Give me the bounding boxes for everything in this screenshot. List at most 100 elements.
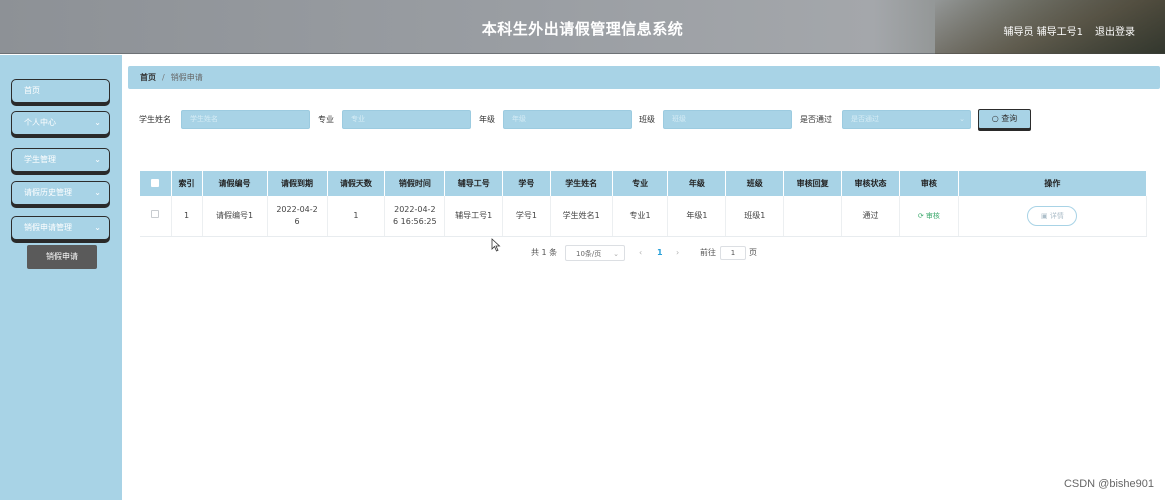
breadcrumb-current: 销假申请 bbox=[170, 73, 203, 82]
class-label: 班级 bbox=[639, 115, 655, 124]
sidebar-item-student-management[interactable]: 学生管理 ⌄ bbox=[11, 148, 110, 172]
row-select-cell bbox=[140, 196, 172, 237]
column-header: 请假天数 bbox=[327, 171, 386, 196]
current-user: 辅导员 辅导工号1 bbox=[1003, 27, 1083, 38]
chevron-down-icon: ⌄ bbox=[94, 223, 101, 232]
cell-student-name: 学生姓名1 bbox=[550, 196, 613, 237]
select-all-checkbox[interactable] bbox=[151, 178, 160, 187]
select-all-header bbox=[140, 171, 172, 196]
watermark: CSDN @bishe901 bbox=[1063, 478, 1154, 490]
search-bar: 学生姓名 学生姓名 专业 专业 年级 年级 班级 班级 是否通过 是否通过 ⌄ … bbox=[139, 109, 1139, 130]
detail-button[interactable]: ▣ 详情 bbox=[1027, 205, 1078, 226]
column-header: 审核回复 bbox=[783, 171, 843, 196]
column-header: 班级 bbox=[725, 171, 785, 196]
cell-cancel-time-line1: 2022-04-2 bbox=[394, 204, 436, 214]
prev-page-icon[interactable]: ‹ bbox=[639, 245, 642, 261]
top-header: 本科生外出请假管理信息系统 辅导员 辅导工号1 退出登录 bbox=[0, 0, 1165, 54]
cell-cancel-time-line2: 6 16:56:25 bbox=[393, 216, 437, 226]
app-frame: 本科生外出请假管理信息系统 辅导员 辅导工号1 退出登录 首页 个人中心 ⌄ 学… bbox=[0, 0, 1170, 500]
chevron-down-icon: ⌄ bbox=[959, 115, 965, 123]
review-link-label: 审核 bbox=[925, 211, 940, 220]
cell-class: 班级1 bbox=[725, 196, 785, 237]
column-header: 销假时间 bbox=[384, 171, 446, 196]
cell-actions: ▣ 详情 bbox=[958, 196, 1148, 237]
column-header: 请假到期 bbox=[267, 171, 328, 196]
cell-counselor-no: 辅导工号1 bbox=[444, 196, 504, 237]
page-size-select[interactable]: 10条/页 ⌄ bbox=[565, 245, 625, 261]
cell-days: 1 bbox=[327, 196, 386, 237]
cell-due-date-line2: 6 bbox=[294, 216, 300, 226]
page-title: 本科生外出请假管理信息系统 bbox=[481, 20, 684, 38]
chevron-down-icon: ⌄ bbox=[613, 250, 619, 258]
column-header: 学号 bbox=[502, 171, 551, 196]
student-name-input[interactable]: 学生姓名 bbox=[181, 110, 310, 129]
student-name-label: 学生姓名 bbox=[139, 115, 171, 124]
goto-label: 前往 bbox=[700, 248, 716, 257]
sidebar-item-label: 请假历史管理 bbox=[24, 188, 72, 197]
column-header: 请假编号 bbox=[202, 171, 268, 196]
chevron-down-icon: ⌄ bbox=[94, 188, 101, 197]
approved-select[interactable]: 是否通过 ⌄ bbox=[842, 110, 971, 129]
column-header: 操作 bbox=[958, 171, 1148, 196]
search-icon: ○ bbox=[991, 114, 999, 123]
leave-table: 索引 请假编号 请假到期 请假天数 销假时间 辅导工号 学号 学生姓名 专业 年… bbox=[140, 171, 1148, 237]
cell-student-no: 学号1 bbox=[502, 196, 551, 237]
cell-index: 1 bbox=[171, 196, 203, 237]
major-input[interactable]: 专业 bbox=[342, 110, 471, 129]
column-header: 审核状态 bbox=[841, 171, 900, 196]
page-unit-label: 页 bbox=[749, 248, 757, 257]
sidebar-item-label: 销假申请管理 bbox=[24, 223, 72, 232]
sidebar-item-leave-history[interactable]: 请假历史管理 ⌄ bbox=[11, 181, 110, 205]
query-button[interactable]: ○ 查询 bbox=[978, 109, 1031, 129]
cell-review-status: 通过 bbox=[841, 196, 900, 237]
sidebar-item-home[interactable]: 首页 bbox=[11, 79, 110, 103]
cell-review: ⟳ 审核 bbox=[899, 196, 959, 237]
cell-leave-no: 请假编号1 bbox=[202, 196, 268, 237]
detail-button-label: 详情 bbox=[1049, 211, 1064, 220]
sidebar: 首页 个人中心 ⌄ 学生管理 ⌄ 请假历史管理 ⌄ 销假申请管理 ⌄ 销假申请 bbox=[0, 55, 122, 500]
chevron-down-icon: ⌄ bbox=[94, 118, 101, 127]
cell-cancel-time: 2022-04-2 6 16:56:25 bbox=[384, 196, 446, 237]
breadcrumb: 首页 / 销假申请 bbox=[128, 66, 1160, 89]
column-header: 专业 bbox=[612, 171, 669, 196]
column-header: 辅导工号 bbox=[444, 171, 504, 196]
column-header: 年级 bbox=[667, 171, 727, 196]
next-page-icon[interactable]: › bbox=[676, 245, 679, 261]
sidebar-subitem-cancel-leave-apply[interactable]: 销假申请 bbox=[27, 245, 97, 269]
table-row: 1 请假编号1 2022-04-2 6 1 2022-04-2 6 16:56:… bbox=[140, 196, 1148, 237]
row-checkbox[interactable] bbox=[151, 209, 160, 218]
cell-review-reply bbox=[783, 196, 843, 237]
approved-select-placeholder: 是否通过 bbox=[851, 115, 879, 123]
page-size-value: 10条/页 bbox=[576, 250, 602, 258]
pagination-total: 共 1 条 bbox=[531, 248, 558, 257]
query-button-label: 查询 bbox=[1001, 114, 1018, 123]
column-header: 学生姓名 bbox=[550, 171, 613, 196]
class-input[interactable]: 班级 bbox=[663, 110, 792, 129]
cell-due-date-line1: 2022-04-2 bbox=[276, 204, 318, 214]
column-header: 审核 bbox=[899, 171, 959, 196]
breadcrumb-separator: / bbox=[162, 73, 165, 82]
chevron-down-icon: ⌄ bbox=[94, 155, 101, 164]
logout-link[interactable]: 退出登录 bbox=[1095, 23, 1135, 38]
major-label: 专业 bbox=[318, 115, 334, 124]
sidebar-item-personal-center[interactable]: 个人中心 ⌄ bbox=[11, 111, 110, 135]
sidebar-item-label: 个人中心 bbox=[24, 118, 56, 127]
goto-page-input[interactable]: 1 bbox=[720, 246, 746, 260]
cell-grade: 年级1 bbox=[667, 196, 727, 237]
document-icon: ▣ bbox=[1040, 211, 1048, 220]
grade-input[interactable]: 年级 bbox=[503, 110, 632, 129]
approved-label: 是否通过 bbox=[800, 115, 832, 124]
breadcrumb-home[interactable]: 首页 bbox=[140, 73, 156, 82]
review-link[interactable]: ⟳ 审核 bbox=[918, 212, 940, 220]
grade-label: 年级 bbox=[479, 115, 495, 124]
edit-icon: ⟳ bbox=[917, 211, 924, 220]
cell-due-date: 2022-04-2 6 bbox=[267, 196, 328, 237]
sidebar-item-cancel-leave-management[interactable]: 销假申请管理 ⌄ bbox=[11, 216, 110, 240]
sidebar-item-label: 首页 bbox=[24, 86, 40, 95]
page-number-current[interactable]: 1 bbox=[657, 245, 663, 261]
column-header: 索引 bbox=[171, 171, 203, 196]
sidebar-item-label: 学生管理 bbox=[24, 155, 56, 164]
table-header-row: 索引 请假编号 请假到期 请假天数 销假时间 辅导工号 学号 学生姓名 专业 年… bbox=[140, 171, 1148, 196]
cell-major: 专业1 bbox=[612, 196, 669, 237]
mouse-cursor-icon bbox=[491, 238, 501, 252]
